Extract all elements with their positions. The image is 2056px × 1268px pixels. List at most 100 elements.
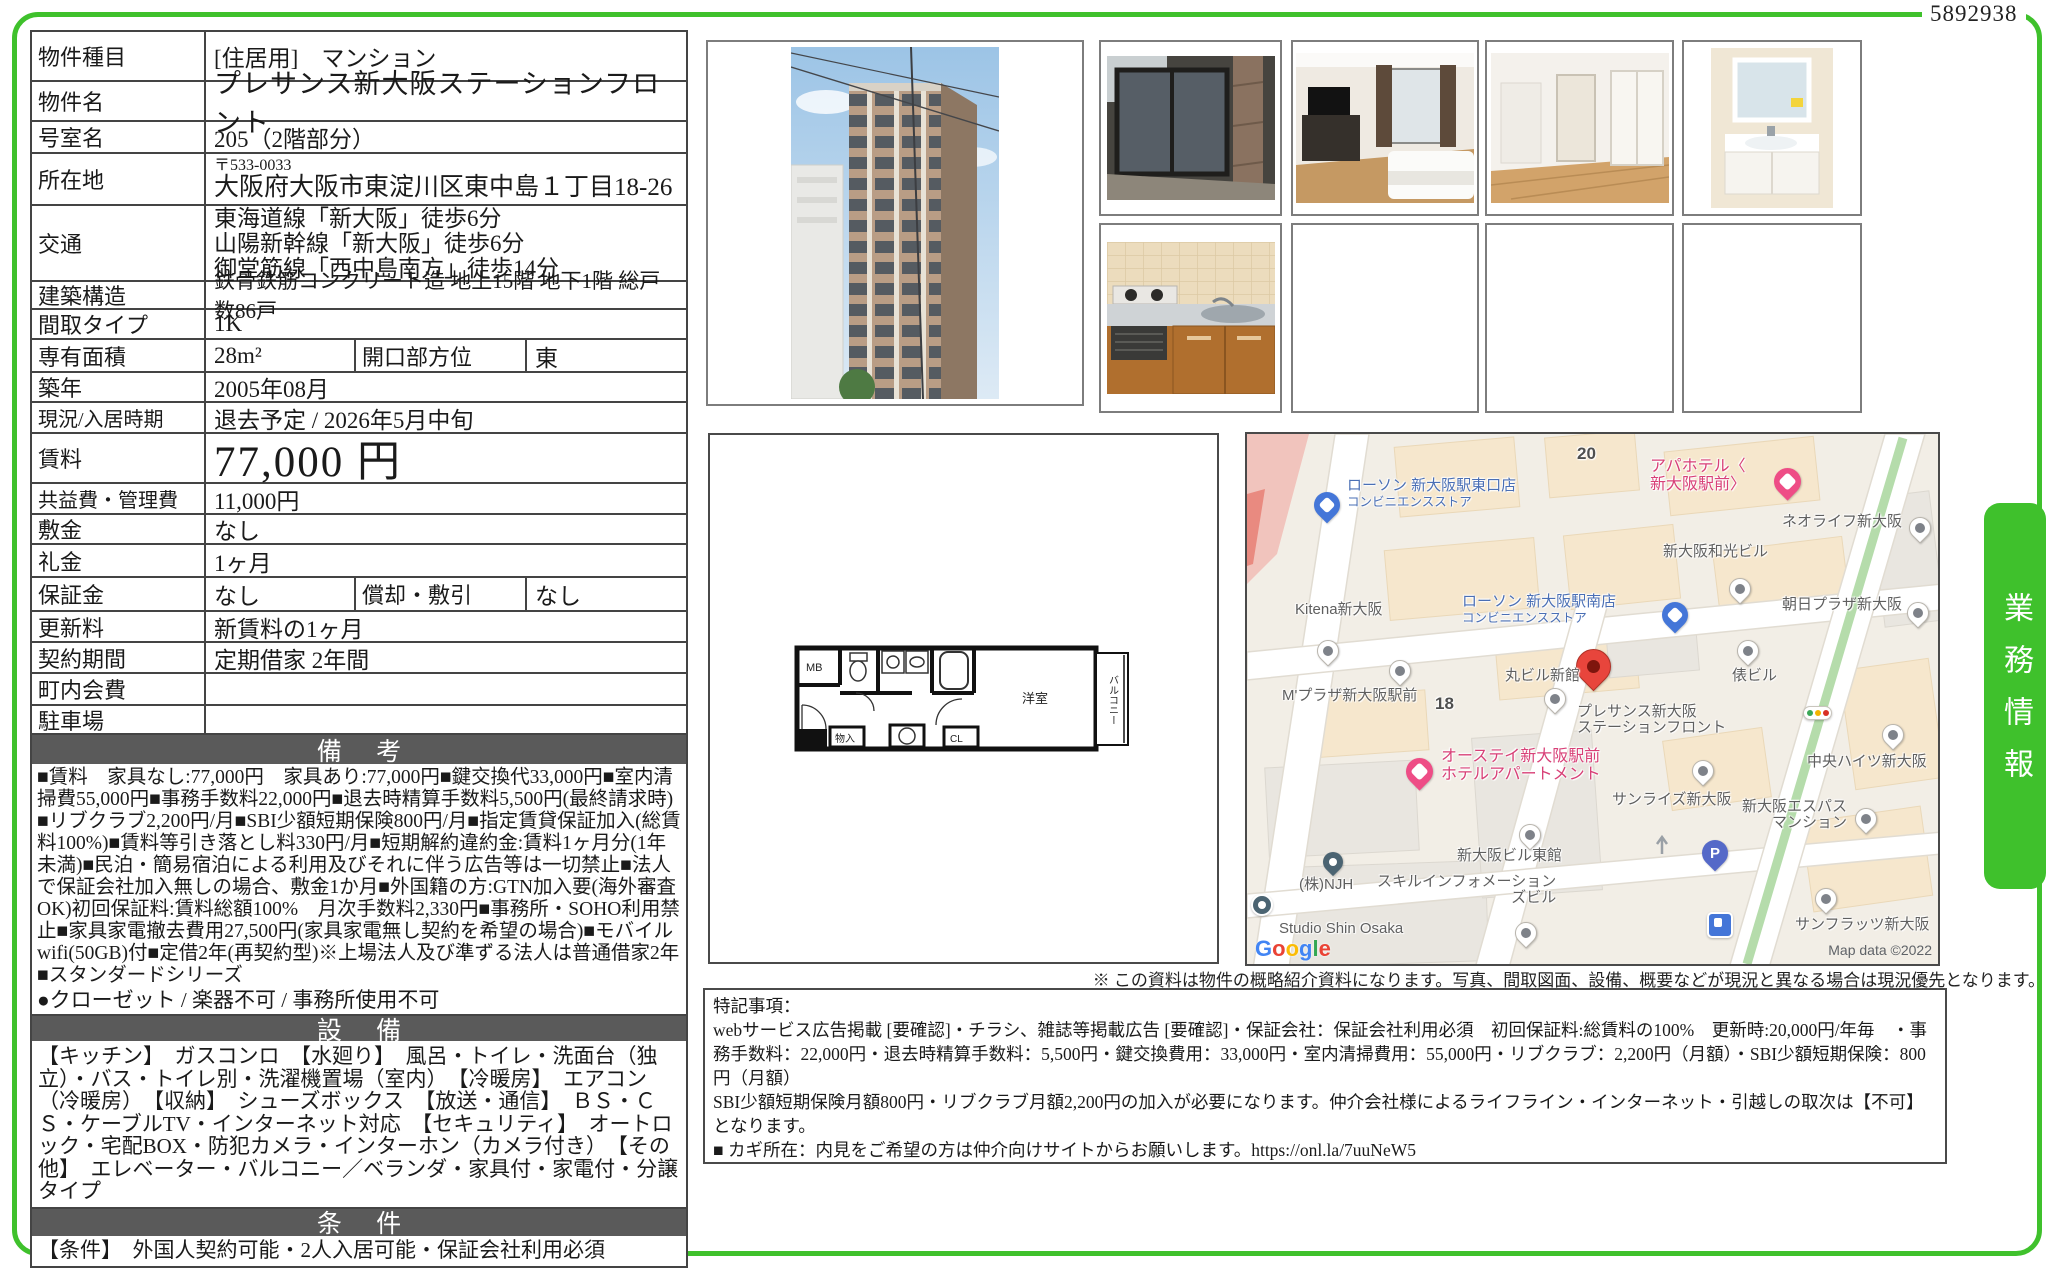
access-line: 東海道線「新大阪」徒歩6分 — [214, 206, 502, 231]
row-label: 現況/入居時期 — [32, 403, 204, 432]
property-table: 物件種目 [住居用] マンション 物件名 プレサンス新大阪ステーションフロント … — [30, 30, 688, 1268]
map-label: Kitena新大阪 — [1295, 602, 1383, 618]
row-value: 2005年08月 — [204, 373, 686, 401]
photo-exterior — [706, 40, 1084, 406]
conditions-header: 条 件 — [32, 1207, 686, 1236]
table-row: 専有面積 28m² 開口部方位 東 — [32, 338, 686, 371]
business-info-banner: 業務情報 — [1984, 503, 2046, 889]
table-row: 築年 2005年08月 — [32, 371, 686, 401]
photo-room — [1485, 40, 1674, 216]
table-row: 賃料 77,000 円 — [32, 432, 686, 482]
map-pin-parking: P — [1697, 835, 1734, 872]
row-label: 建築構造 — [32, 282, 204, 308]
row-label: 町内会費 — [32, 674, 204, 704]
room-label: 洋室 — [1022, 691, 1048, 706]
photo-entrance — [1099, 40, 1282, 216]
map-pin-train — [1707, 912, 1733, 938]
map-label: アパホテル〈新大阪駅前〉 — [1650, 458, 1746, 494]
row-value: 1K — [204, 310, 686, 338]
special-notes-p1: webサービス広告掲載 [要確認]・チラシ、雑誌等掲載広告 [要確認]・保証会社… — [713, 1018, 1937, 1090]
row-value: 定期借家 2年間 — [204, 643, 686, 672]
remarks-block: ■賃料 家具なし:77,000円 家具あり:77,000円■鍵交換代33,000… — [32, 764, 686, 1014]
row-value — [204, 706, 686, 733]
floor-plan-box: バルコニー MB 洋室 物入 — [708, 433, 1219, 964]
rent-amount: 77,000 円 — [204, 434, 686, 482]
key-location-note: ■ カギ所在：内見をご希望の方は仲介向けサイトからお願いします。 — [713, 1140, 1251, 1160]
table-row: 契約期間 定期借家 2年間 — [32, 641, 686, 672]
map-label: 新大阪ビル東館 — [1457, 848, 1562, 864]
entrance-photo-illustration — [1107, 56, 1275, 200]
table-row: 所在地 〒533-0033 大阪府大阪市東淀川区東中島１丁目18-26 — [32, 152, 686, 204]
row-label: 専有面積 — [32, 340, 204, 371]
table-row: 号室名 205（2階部分） — [32, 120, 686, 152]
map-label: オーステイ新大阪駅前ホテルアパートメント — [1441, 748, 1601, 784]
balcony-label: バルコニー — [1106, 674, 1118, 724]
map-label: ネオライフ新大阪 — [1782, 514, 1902, 530]
map-label: 朝日プラザ新大阪 — [1782, 597, 1902, 613]
photo-empty-1 — [1291, 223, 1479, 413]
map-label: 20 — [1577, 446, 1596, 462]
map-label: 中央ハイツ新大阪 — [1807, 754, 1927, 770]
postal-code: 〒533-0033 — [214, 157, 291, 174]
remarks-header: 備 考 — [32, 733, 686, 764]
row-label: 築年 — [32, 373, 204, 401]
map-label: M'プラザ新大阪駅前 — [1282, 688, 1417, 704]
row-label: 物件名 — [32, 82, 204, 120]
special-notes-title: 特記事項： — [713, 994, 1937, 1018]
map-label: ローソン 新大阪駅南店コンビニエンスストア — [1462, 594, 1616, 626]
table-row: 間取タイプ 1K — [32, 308, 686, 338]
opening-direction: 東 — [525, 340, 686, 371]
row-value: 新賃料の1ヶ月 — [204, 612, 686, 641]
preview-url-link[interactable]: https://onl.la/7uuNeW5 — [1251, 1140, 1416, 1160]
remarks-extra: ●クローゼット / 楽器不可 / 事務所使用不可 — [37, 989, 681, 1011]
map-pin-traffic — [1803, 706, 1832, 720]
table-row: 共益費・管理費 11,000円 — [32, 482, 686, 513]
map-label: 新大阪和光ビル — [1663, 544, 1768, 560]
map-label: (株)NJH — [1299, 877, 1353, 893]
washbasin-photo-illustration — [1711, 48, 1833, 208]
special-notes-box: 特記事項： webサービス広告掲載 [要確認]・チラシ、雑誌等掲載広告 [要確認… — [703, 988, 1947, 1164]
table-row: 敷金 なし — [32, 513, 686, 543]
table-row: 礼金 1ヶ月 — [32, 543, 686, 576]
access-line: 山陽新幹線「新大阪」徒歩6分 — [214, 231, 525, 256]
map-label: 新大阪エスパスマンション — [1742, 799, 1847, 831]
row-label: 敷金 — [32, 515, 204, 543]
special-notes-p3: ■ カギ所在：内見をご希望の方は仲介向けサイトからお願いします。https://… — [713, 1138, 1937, 1162]
row-label: 号室名 — [32, 122, 204, 152]
row-label: 駐車場 — [32, 706, 204, 733]
row-label: 開口部方位 — [354, 340, 525, 371]
row-label: 間取タイプ — [32, 310, 204, 338]
map-label: プレサンス新大阪ステーションフロント — [1577, 704, 1726, 736]
meter-box-label: MB — [806, 662, 823, 674]
table-row: 町内会費 — [32, 672, 686, 704]
photo-bedroom — [1291, 40, 1479, 216]
location-map: 2018ローソン 新大阪駅東口店コンビニエンスストアローソン 新大阪駅南店コンビ… — [1245, 432, 1940, 966]
remarks-text: ■賃料 家具なし:77,000円 家具あり:77,000円■鍵交換代33,000… — [37, 767, 681, 987]
row-value: 11,000円 — [204, 484, 686, 513]
storage-label: 物入 — [835, 732, 855, 745]
photo-washbasin — [1682, 40, 1862, 216]
map-label: 丸ビル新館 — [1505, 668, 1580, 684]
photo-empty-3 — [1682, 223, 1862, 413]
row-value: 1ヶ月 — [204, 545, 686, 576]
address: 大阪府大阪市東淀川区東中島１丁目18-26 — [214, 174, 672, 202]
property-flyer: 5892938 業務情報 物件種目 [住居用] マンション 物件名 プレサンス新… — [0, 0, 2056, 1268]
special-notes-p2: SBI少額短期保険月額800円・リブクラブ月額2,200円の加入が必要になります… — [713, 1090, 1937, 1138]
table-row: 建築構造 鉄骨鉄筋コンクリート造 地上15階 地下1階 総戸数86戸 — [32, 280, 686, 308]
building-photo-illustration — [791, 47, 999, 399]
row-label: 共益費・管理費 — [32, 484, 204, 513]
address-cell: 〒533-0033 大阪府大阪市東淀川区東中島１丁目18-26 — [204, 154, 686, 204]
closet-label: CL — [950, 734, 963, 745]
row-value: 205（2階部分） — [204, 122, 686, 152]
row-label: 保証金 — [32, 578, 204, 610]
document-id: 5892938 — [1922, 1, 2026, 27]
row-value — [204, 674, 686, 704]
row-label: 物件種目 — [32, 32, 204, 80]
map-pin-circle — [1251, 894, 1273, 916]
google-logo: Google — [1255, 936, 1331, 962]
photo-empty-2 — [1485, 223, 1674, 413]
row-label: 契約期間 — [32, 643, 204, 672]
bedroom-photo-illustration — [1296, 53, 1474, 203]
row-label: 礼金 — [32, 545, 204, 576]
map-label: サンライズ新大阪 — [1612, 792, 1732, 808]
